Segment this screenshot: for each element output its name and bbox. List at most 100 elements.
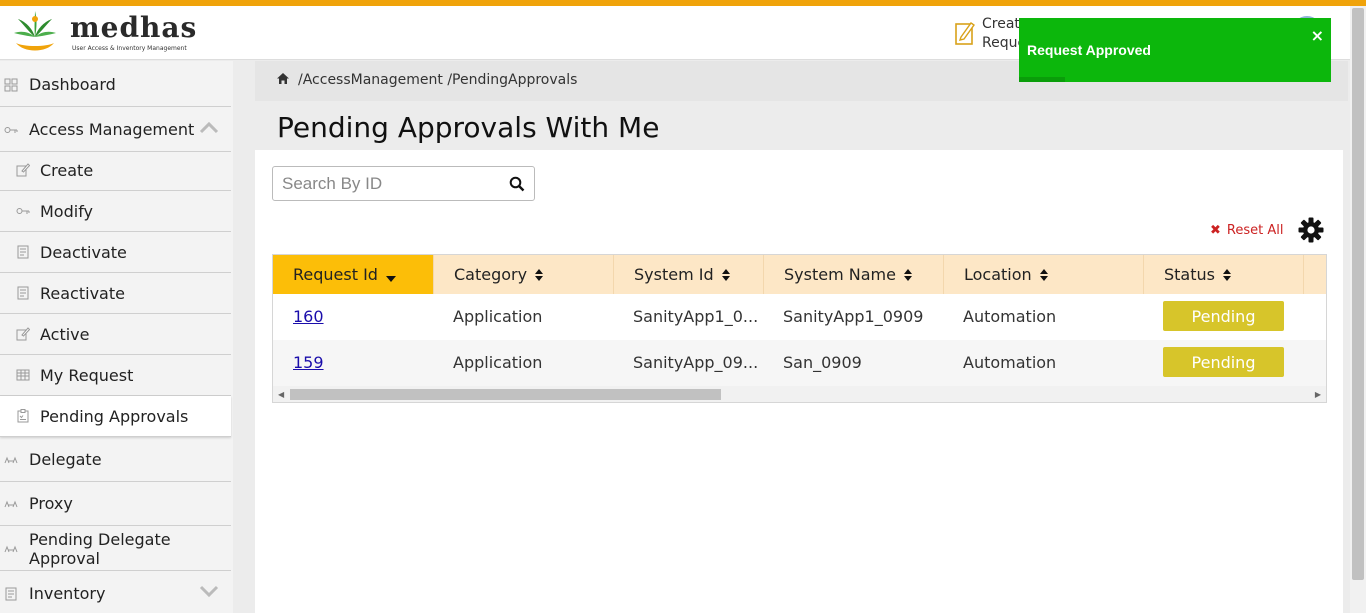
category-cell: Application — [453, 353, 543, 372]
sidebar-item-create[interactable]: Create — [0, 150, 231, 191]
sort-icon — [1222, 268, 1231, 281]
page-title: Pending Approvals With Me — [277, 111, 660, 144]
column-label: Location — [964, 265, 1032, 284]
key-icon — [16, 204, 30, 218]
request-id-link[interactable]: 160 — [293, 307, 324, 326]
sidebar-item-label: Dashboard — [29, 75, 116, 94]
column-label: Request Id — [293, 265, 378, 284]
sidebar-item-label: Create — [40, 160, 94, 180]
sidebar-item-label: Active — [40, 324, 90, 344]
chevron-up-icon[interactable] — [199, 120, 219, 134]
sidebar-item-active[interactable]: Active — [0, 314, 231, 355]
sidebar-item-label: Modify — [40, 201, 94, 221]
search-icon[interactable] — [509, 176, 525, 192]
sidebar-item-access-management[interactable]: Access Management — [0, 108, 231, 152]
key-icon — [4, 123, 18, 137]
edit-icon — [955, 22, 975, 45]
location-cell: Automation — [963, 353, 1057, 372]
toast-notification: Request Approved × — [1019, 18, 1331, 82]
document-icon — [16, 245, 30, 259]
main-content: /AccessManagement /PendingApprovals Pend… — [255, 61, 1348, 613]
sidebar-item-label: Pending Approvals — [40, 406, 189, 426]
column-header-location[interactable]: Location — [944, 255, 1144, 294]
search-box[interactable] — [272, 166, 535, 201]
table-row: 160 Application SanityApp1_0... SanityAp… — [273, 294, 1326, 340]
sidebar-item-my-request[interactable]: My Request — [0, 355, 231, 396]
sidebar-item-dashboard[interactable]: Dashboard — [0, 63, 231, 107]
sidebar-item-label: Proxy — [29, 494, 73, 513]
table-row: 159 Application SanityApp_09... San_0909… — [273, 340, 1326, 386]
sidebar-item-reactivate[interactable]: Reactivate — [0, 273, 231, 314]
scroll-right-icon[interactable]: ▶ — [1315, 390, 1321, 399]
column-label: Status — [1164, 265, 1215, 284]
reset-all-label: Reset All — [1226, 223, 1284, 238]
request-id-cell[interactable]: 159 — [293, 353, 324, 372]
logo-mark-icon — [14, 11, 56, 51]
sidebar-item-label: Access Management — [29, 120, 195, 139]
column-header-status[interactable]: Status — [1144, 255, 1304, 294]
reset-all-button[interactable]: ✖ Reset All — [1210, 223, 1283, 238]
sort-desc-icon — [385, 275, 396, 282]
table-scrollbar-thumb[interactable] — [290, 389, 721, 400]
column-header-category[interactable]: Category — [434, 255, 614, 294]
column-header-request-id[interactable]: Request Id — [273, 255, 434, 294]
logo-text: medhas — [70, 11, 198, 44]
column-label: Category — [454, 265, 528, 284]
sidebar-item-label: Deactivate — [40, 242, 127, 262]
system-name-cell: SanityApp1_0909 — [783, 307, 924, 326]
table-icon — [16, 368, 30, 382]
close-icon[interactable]: × — [1311, 26, 1324, 45]
column-header-overflow — [1304, 255, 1326, 294]
category-cell: Application — [453, 307, 543, 326]
sidebar-item-label: Inventory — [29, 584, 106, 603]
edit-icon — [16, 163, 30, 177]
page-scrollbar-thumb[interactable] — [1352, 8, 1364, 580]
delegate-icon — [4, 453, 18, 467]
sidebar-item-delegate[interactable]: Delegate — [0, 438, 231, 482]
sidebar: Dashboard Access Management Create Modif… — [0, 61, 233, 613]
column-header-system-id[interactable]: System Id — [614, 255, 764, 294]
sidebar-item-label: My Request — [40, 365, 134, 385]
close-icon: ✖ — [1210, 223, 1221, 238]
sidebar-item-pending-delegate-approval[interactable]: Pending Delegate Approval — [0, 527, 231, 571]
system-name-cell: San_0909 — [783, 353, 862, 372]
table-horizontal-scrollbar[interactable]: ◀ ▶ — [273, 386, 1326, 402]
grid-icon — [4, 78, 18, 92]
chevron-down-icon[interactable] — [199, 584, 219, 598]
status-badge[interactable]: Pending — [1163, 301, 1284, 331]
sidebar-item-inventory[interactable]: Inventory — [0, 572, 231, 613]
delegate-icon — [4, 542, 18, 556]
sidebar-item-label: Reactivate — [40, 283, 125, 303]
document-icon — [16, 286, 30, 300]
logo-subtitle: User Access & Inventory Management — [72, 45, 187, 52]
sort-icon — [721, 268, 730, 281]
request-id-cell[interactable]: 160 — [293, 307, 324, 326]
system-id-cell: SanityApp_09... — [633, 353, 759, 372]
sidebar-item-pending-approvals[interactable]: Pending Approvals — [0, 396, 231, 437]
column-label: System Name — [784, 265, 896, 284]
approvals-table: Request Id Category System Id System Nam… — [272, 254, 1327, 403]
content-panel: ✖ Reset All Request Id — [255, 150, 1343, 613]
table-header: Request Id Category System Id System Nam… — [273, 255, 1326, 294]
sort-icon — [535, 268, 544, 281]
column-header-system-name[interactable]: System Name — [764, 255, 944, 294]
sidebar-item-deactivate[interactable]: Deactivate — [0, 232, 231, 273]
sort-icon — [903, 268, 912, 281]
scroll-left-icon[interactable]: ◀ — [278, 390, 284, 399]
column-label: System Id — [634, 265, 714, 284]
clipboard-icon — [16, 409, 30, 423]
delegate-icon — [4, 497, 18, 511]
page-scrollbar[interactable] — [1350, 6, 1366, 613]
logo[interactable]: medhas User Access & Inventory Managemen… — [10, 9, 196, 57]
sidebar-item-modify[interactable]: Modify — [0, 191, 231, 232]
breadcrumb-path[interactable]: /AccessManagement /PendingApprovals — [298, 72, 577, 88]
gear-icon[interactable] — [1297, 216, 1325, 244]
request-id-link[interactable]: 159 — [293, 353, 324, 372]
home-icon[interactable] — [276, 72, 290, 85]
document-icon — [4, 587, 18, 601]
search-input[interactable] — [273, 167, 493, 200]
location-cell: Automation — [963, 307, 1057, 326]
sidebar-item-proxy[interactable]: Proxy — [0, 482, 231, 526]
edit-icon — [16, 327, 30, 341]
status-badge[interactable]: Pending — [1163, 347, 1284, 377]
